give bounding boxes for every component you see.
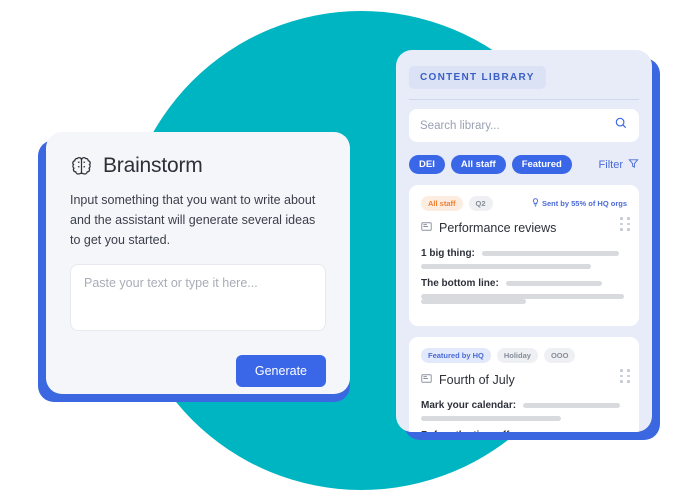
card-field: 1 big thing: — [421, 248, 627, 269]
funnel-icon — [628, 158, 639, 172]
card-field-line: 1 big thing: — [421, 248, 627, 259]
content-card[interactable]: All staff Q2 Sent by 55% of HQ orgs Perfo… — [409, 185, 639, 326]
brainstorm-actions: Generate — [70, 355, 326, 388]
document-icon — [421, 371, 432, 389]
card-tag[interactable]: All staff — [421, 196, 463, 211]
lightbulb-icon — [532, 198, 539, 209]
card-tag[interactable]: Featured by HQ — [421, 348, 491, 363]
card-tag-row: Featured by HQ Holiday OOO — [421, 348, 627, 363]
card-field: Before the time off: — [421, 430, 627, 432]
search-icon[interactable] — [614, 116, 628, 135]
content-library-title: CONTENT LIBRARY — [409, 66, 546, 89]
card-title-row: Performance reviews — [421, 219, 627, 237]
content-library-panel: CONTENT LIBRARY DEI All staff Featured F… — [396, 50, 652, 432]
filter-pill-dei[interactable]: DEI — [409, 155, 445, 174]
card-field-label: 1 big thing: — [421, 248, 475, 259]
skeleton-bar — [505, 281, 602, 286]
card-title: Fourth of July — [439, 373, 515, 387]
header-divider — [409, 99, 639, 100]
screenshot-stage: Brainstorm Input something that you want… — [0, 0, 700, 501]
content-card[interactable]: Featured by HQ Holiday OOO Fourth of July … — [409, 337, 639, 432]
drag-handle-icon[interactable] — [620, 217, 630, 231]
brainstorm-panel: Brainstorm Input something that you want… — [46, 132, 350, 394]
sent-by-note: Sent by 55% of HQ orgs — [532, 198, 627, 209]
brainstorm-header: Brainstorm — [70, 154, 326, 178]
card-title-row: Fourth of July — [421, 371, 627, 389]
filter-row: DEI All staff Featured Filter — [409, 155, 639, 174]
filter-pill-featured[interactable]: Featured — [511, 155, 572, 174]
content-card-list: All staff Q2 Sent by 55% of HQ orgs Perfo… — [409, 185, 639, 432]
card-title: Performance reviews — [439, 221, 557, 235]
brainstorm-title: Brainstorm — [103, 154, 203, 177]
brainstorm-description: Input something that you want to write a… — [70, 193, 316, 247]
card-field-label: The bottom line: — [421, 278, 499, 289]
filter-pill-all-staff[interactable]: All staff — [450, 155, 506, 174]
skeleton-bar — [421, 264, 591, 269]
skeleton-bar — [421, 299, 526, 304]
brain-icon — [70, 155, 93, 178]
card-field: The bottom line: — [421, 278, 627, 304]
card-field: Mark your calendar: — [421, 400, 627, 421]
drag-handle-icon[interactable] — [620, 369, 630, 383]
search-input[interactable] — [420, 119, 614, 132]
document-icon — [421, 219, 432, 237]
card-tag[interactable]: OOO — [543, 348, 576, 363]
card-tag[interactable]: Q2 — [468, 196, 493, 211]
skeleton-bar — [421, 416, 561, 421]
card-field-line: The bottom line: — [421, 278, 627, 289]
search-bar[interactable] — [409, 109, 639, 142]
card-field-line: Mark your calendar: — [421, 400, 627, 411]
card-field-line: Before the time off: — [421, 430, 627, 432]
brainstorm-input[interactable] — [70, 264, 326, 332]
card-tag-row: All staff Q2 Sent by 55% of HQ orgs — [421, 196, 627, 211]
card-field-label: Mark your calendar: — [421, 400, 517, 411]
sent-by-text: Sent by 55% of HQ orgs — [541, 199, 627, 208]
skeleton-bar — [523, 403, 621, 408]
generate-button[interactable]: Generate — [235, 355, 326, 388]
skeleton-bar — [481, 251, 619, 256]
card-tag[interactable]: Holiday — [496, 348, 538, 363]
card-field-label: Before the time off: — [421, 430, 513, 432]
filter-button[interactable]: Filter — [599, 158, 639, 172]
filter-label: Filter — [598, 158, 623, 171]
